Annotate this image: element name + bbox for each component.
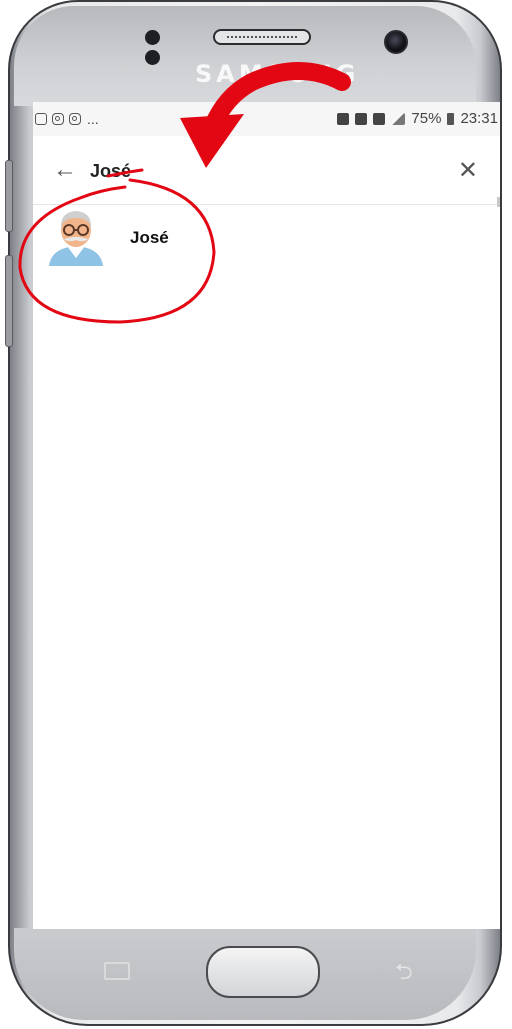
gallery-notification-icon: [35, 113, 47, 125]
instagram-notification-icon-2: [69, 113, 81, 125]
earpiece-speaker: [213, 29, 311, 45]
phone-top-bezel: [14, 6, 476, 106]
wifi-signal-icon: [391, 112, 406, 125]
front-camera-icon: [384, 30, 408, 54]
notification-icons: ...: [35, 111, 99, 127]
clear-search-icon[interactable]: ✕: [458, 156, 478, 185]
volume-up-button[interactable]: [5, 160, 13, 232]
search-input[interactable]: José: [90, 161, 131, 182]
contact-name: José: [130, 228, 169, 247]
elderly-man-avatar-icon: [49, 211, 103, 266]
back-arrow-icon[interactable]: ←: [53, 156, 77, 184]
volume-down-button[interactable]: [5, 255, 13, 347]
brand-logo: SAMSUNG: [195, 60, 360, 88]
instagram-notification-icon: [52, 113, 64, 125]
battery-percent: 75%: [411, 110, 442, 127]
contact-result-row[interactable]: José: [33, 204, 500, 284]
sensor-dots: [145, 30, 183, 65]
mute-icon: [355, 112, 368, 125]
lock-icon: [337, 112, 350, 125]
screen: ... 75% 23:31 ← José ✕ José: [33, 102, 500, 929]
battery-icon: [447, 112, 455, 125]
back-key-icon[interactable]: ⮌: [395, 955, 413, 993]
status-icons: 75% 23:31: [337, 110, 498, 127]
more-notifications: ...: [87, 111, 99, 127]
recents-key-icon[interactable]: [104, 962, 130, 980]
home-button[interactable]: [206, 946, 320, 998]
search-bar: ← José ✕: [33, 136, 500, 205]
status-bar: ... 75% 23:31: [33, 102, 500, 136]
alarm-icon: [373, 112, 386, 125]
clock: 23:31: [460, 110, 498, 127]
